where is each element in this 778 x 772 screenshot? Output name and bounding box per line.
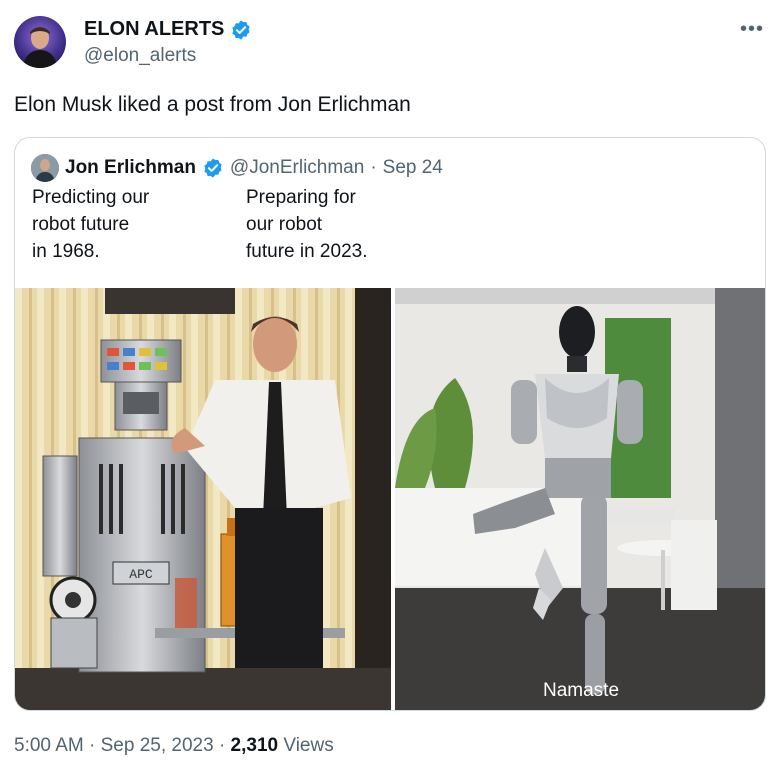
quoted-verified-badge-icon [204, 158, 222, 178]
caption-left: Predicting our robot future in 1968. [32, 187, 150, 262]
meta-separator-2: · [218, 735, 226, 756]
quoted-author-name[interactable]: Jon Erlichman [65, 157, 196, 179]
meta-separator-1: · [89, 735, 96, 756]
quoted-tweet[interactable]: Jon Erlichman @JonErlichman · Sep 24 Pre… [14, 137, 766, 711]
vintage-robot-image: APC [15, 288, 391, 710]
author-name-text: ELON ALERTS [84, 18, 225, 40]
verified-badge-icon [232, 19, 250, 40]
video-subtitle: Namaste [542, 680, 620, 701]
author-name[interactable]: ELON ALERTS [84, 18, 252, 41]
tweet-text: Elon Musk liked a post from Jon Erlichma… [14, 93, 411, 116]
tweet-meta: 5:00 AM · Sep 25, 2023 · 2,310 Views [14, 735, 334, 757]
photo-2023-robot[interactable]: Namaste [395, 288, 765, 710]
quoted-tweet-header: Jon Erlichman @JonErlichman · Sep 24 [31, 154, 443, 182]
quoted-author-handle[interactable]: @JonErlichman [230, 157, 364, 179]
more-dots-icon[interactable]: ••• [740, 18, 764, 41]
quoted-avatar-photo-icon [31, 154, 59, 182]
author-handle[interactable]: @elon_alerts [84, 45, 196, 67]
robot-panel-label: APC [129, 567, 153, 582]
photo-1968-robot[interactable]: APC [15, 288, 391, 710]
quoted-date[interactable]: Sep 24 [383, 157, 443, 179]
quoted-separator: · [370, 157, 377, 178]
quoted-author-avatar[interactable] [31, 154, 59, 182]
avatar-photo-icon [22, 27, 58, 68]
views-count: 2,310 [230, 735, 279, 756]
tweet-time[interactable]: 5:00 AM [14, 735, 84, 756]
tweet: ELON ALERTS @elon_alerts ••• Elon Musk l… [0, 0, 778, 772]
tweet-date[interactable]: Sep 25, 2023 [101, 735, 214, 756]
author-avatar[interactable] [14, 16, 66, 68]
caption-right: Preparing for our robot future in 2023. [246, 187, 368, 262]
humanoid-robot-image [395, 288, 765, 710]
views-label: Views [283, 735, 334, 756]
